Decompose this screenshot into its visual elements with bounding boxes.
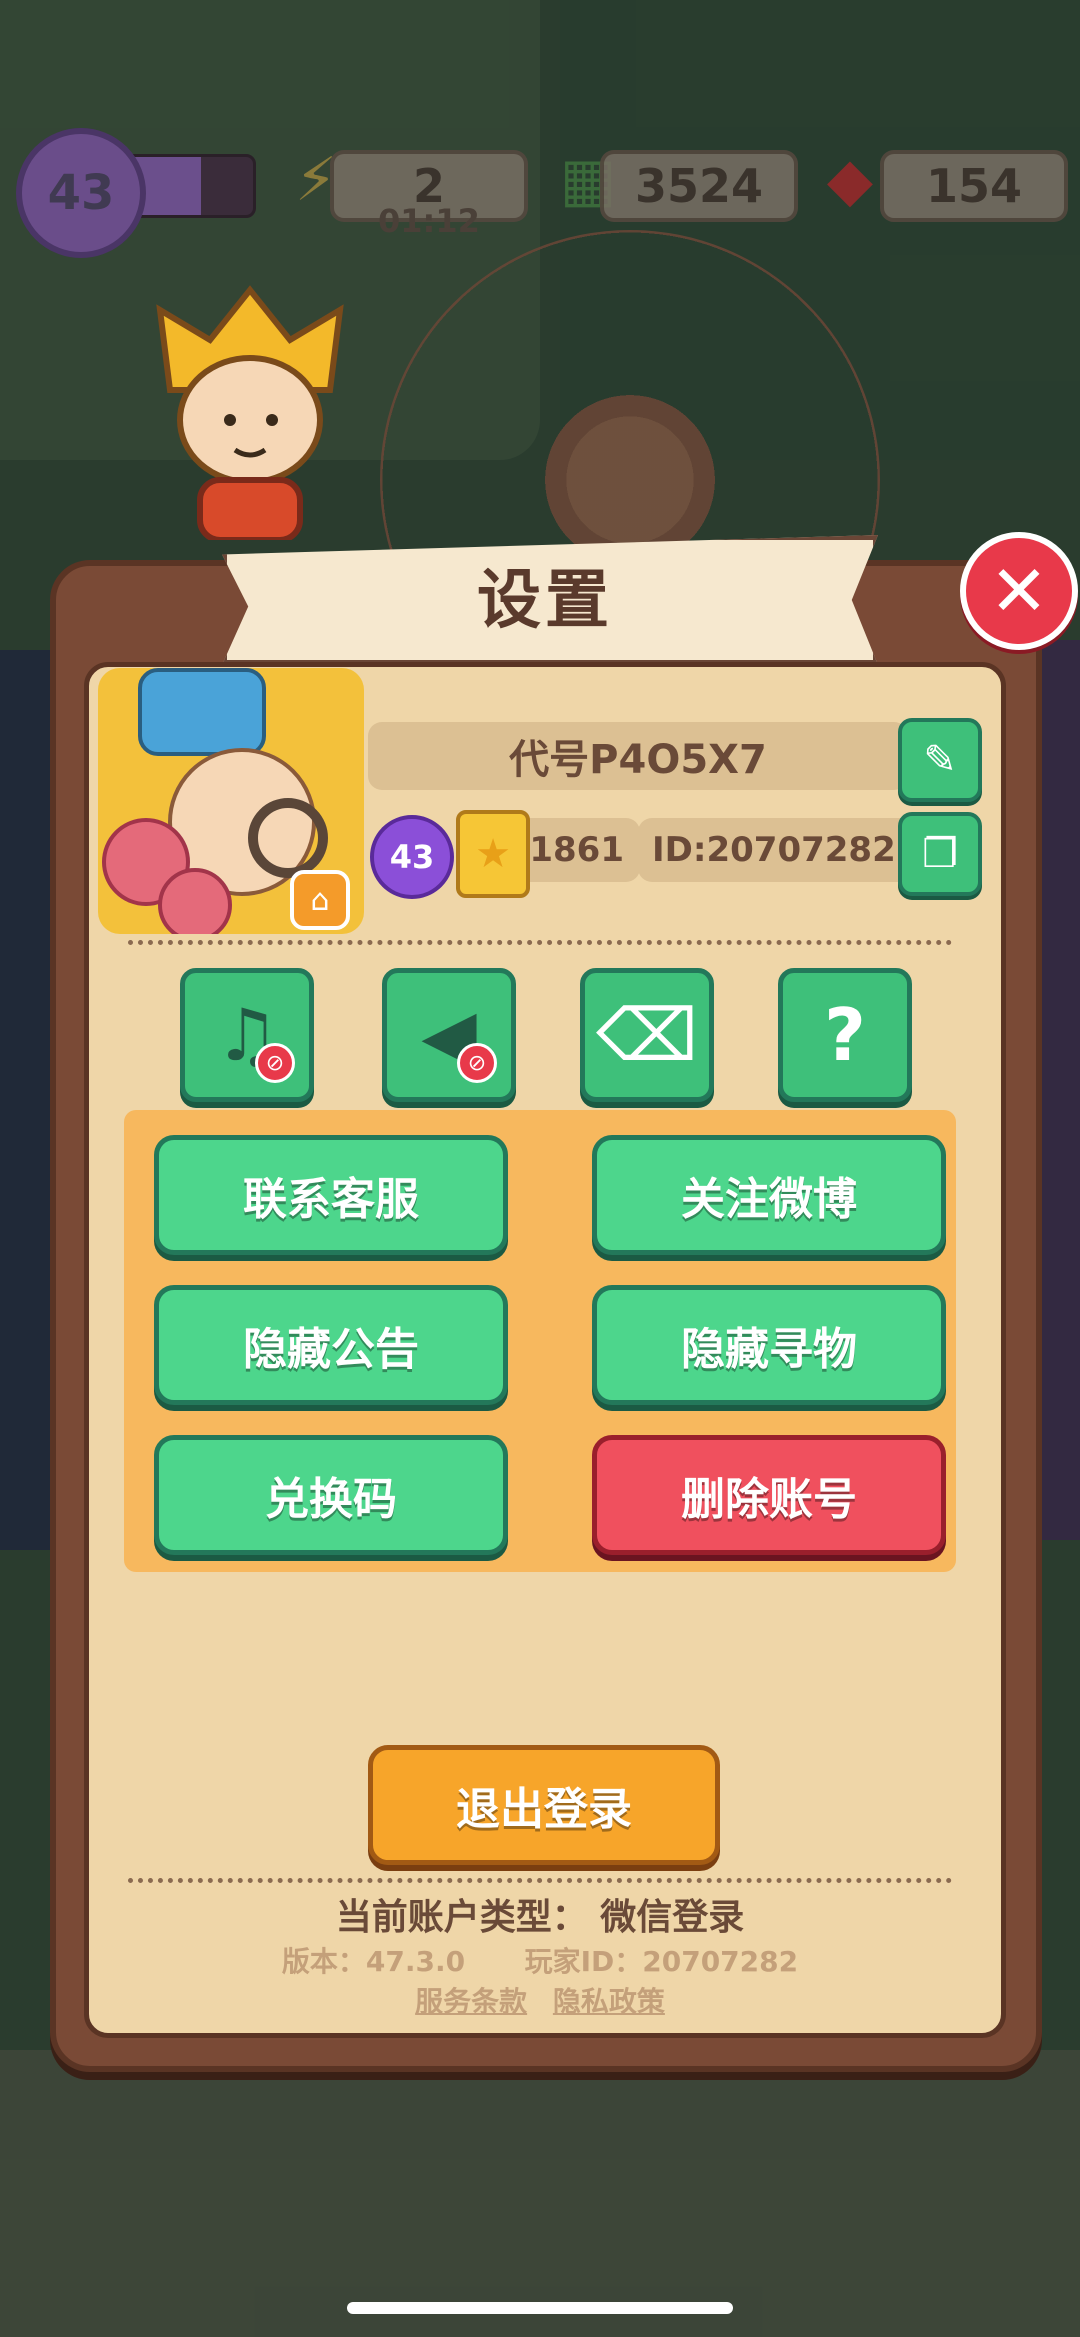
star-count-value: 1861 <box>529 830 624 870</box>
copy-id-button[interactable]: ❐ <box>898 812 982 896</box>
profile-level-badge: 43 <box>370 815 454 899</box>
magnifier-icon <box>248 798 328 878</box>
divider <box>128 1878 952 1883</box>
clear-cache-button[interactable]: ⌫ <box>580 968 714 1102</box>
gem-value: 154 <box>925 159 1023 213</box>
contact-support-button[interactable]: 联系客服 <box>154 1135 508 1255</box>
follow-weibo-button[interactable]: 关注微博 <box>592 1135 946 1255</box>
energy-timer: 01:12 <box>378 202 480 240</box>
player-name: 代号P4O5X7 <box>368 722 908 790</box>
broom-icon: ⌫ <box>596 993 698 1077</box>
edit-name-button[interactable]: ✎ <box>898 718 982 802</box>
cash-counter[interactable]: 3524 <box>600 150 798 222</box>
delete-account-button[interactable]: 删除账号 <box>592 1435 946 1555</box>
home-indicator[interactable] <box>347 2302 733 2314</box>
version: 版本：47.3.0 <box>281 1945 466 1978</box>
pencil-icon: ✎ <box>923 737 957 783</box>
divider <box>128 940 952 945</box>
disabled-icon: ⊘ <box>457 1043 497 1083</box>
top-hud: 43 ⚡ 2 01:12 ▦ 3524 ◆ 154 <box>0 128 1080 258</box>
player-id: ID:20707282 <box>638 818 922 882</box>
close-icon: ✕ <box>989 550 1049 632</box>
player-id-footer: 玩家ID：20707282 <box>524 1945 799 1978</box>
rose-decoration <box>158 868 232 934</box>
version-info: 版本：47.3.0 玩家ID：20707282 <box>84 1940 996 1980</box>
profile-level: 43 <box>389 838 435 876</box>
question-icon: ? <box>824 993 866 1077</box>
hanger-icon[interactable]: ⌂ <box>290 870 350 930</box>
mascot-character <box>156 285 344 540</box>
gem-icon: ◆ <box>826 145 874 215</box>
player-level: 43 <box>47 165 115 221</box>
hat-decoration <box>138 668 266 756</box>
hide-search-button[interactable]: 隐藏寻物 <box>592 1285 946 1405</box>
sound-toggle-button[interactable]: ◀ ⊘ <box>382 968 516 1102</box>
redeem-code-button[interactable]: 兑换码 <box>154 1435 508 1555</box>
help-button[interactable]: ? <box>778 968 912 1102</box>
cash-value: 3524 <box>634 159 764 213</box>
hide-announcement-button[interactable]: 隐藏公告 <box>154 1285 508 1405</box>
dialog-title: 设置 <box>477 564 613 638</box>
privacy-link[interactable]: 隐私政策 <box>553 1985 665 2018</box>
music-toggle-button[interactable]: ♫ ⊘ <box>180 968 314 1102</box>
star-card-icon: ★ <box>456 810 530 898</box>
close-button[interactable]: ✕ <box>960 532 1078 650</box>
terms-link[interactable]: 服务条款 <box>415 1985 527 2018</box>
logout-button[interactable]: 退出登录 <box>368 1745 720 1865</box>
copy-icon: ❐ <box>922 831 958 877</box>
player-id-value: ID:20707282 <box>652 830 896 870</box>
player-level-icon[interactable]: 43 <box>16 128 146 258</box>
gem-counter[interactable]: 154 <box>880 150 1068 222</box>
disabled-icon: ⊘ <box>255 1043 295 1083</box>
legal-links: 服务条款 隐私政策 <box>84 1980 996 2020</box>
account-type: 当前账户类型： 微信登录 <box>335 1897 745 1938</box>
